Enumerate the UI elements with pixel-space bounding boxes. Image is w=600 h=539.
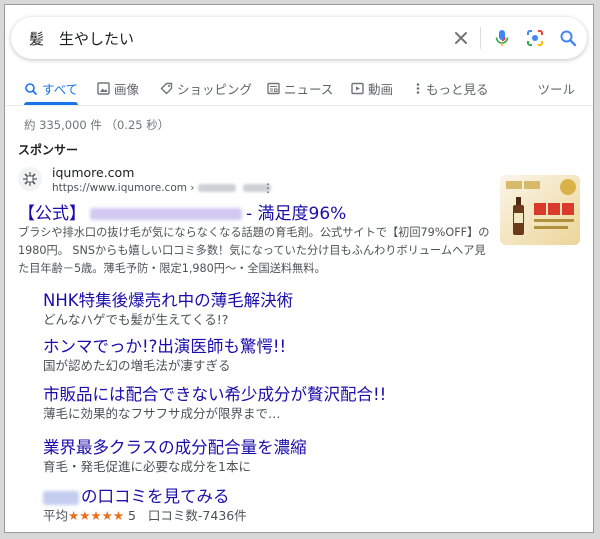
mic-icon[interactable]: [492, 28, 512, 48]
rating-value: 5: [128, 508, 136, 523]
ad-title-suffix: - 満足度96%: [246, 204, 347, 224]
more-options-icon[interactable]: ⋮: [262, 181, 274, 195]
camera-lens-icon[interactable]: [525, 28, 545, 48]
tab-shopping[interactable]: ショッピング: [160, 79, 252, 98]
rating-row: 平均★★★★★ 5 口コミ数-7436件: [43, 507, 247, 525]
ad-thumbnail-image[interactable]: [500, 175, 580, 245]
sponsored-label: スポンサー: [18, 143, 79, 157]
redacted-product-name: [43, 490, 79, 505]
ad-title-link[interactable]: 【公式】 - 満足度96%: [18, 199, 346, 224]
ad-title-prefix: 【公式】: [18, 204, 86, 224]
news-icon: [267, 82, 280, 95]
tab-all[interactable]: すべて: [24, 79, 78, 98]
redacted-path: [197, 184, 236, 192]
tab-label: もっと見る: [426, 82, 489, 97]
search-input[interactable]: 髪 生やしたい: [29, 28, 134, 49]
sitelink[interactable]: ホンマでっか!?出演医師も驚愕!! 国が認めた幻の増毛法が凄すぎる: [43, 337, 286, 375]
sitelink-description: どんなハゲでも髪が生えてくる!?: [43, 312, 229, 327]
sitelink[interactable]: 業界最多クラスの成分配合量を濃縮 育毛・発毛促進に必要な成分を1本に: [43, 438, 307, 476]
tools-button[interactable]: ツール: [537, 79, 575, 98]
tab-label: 画像: [114, 82, 140, 97]
clear-icon[interactable]: [451, 28, 471, 48]
sitelink-title[interactable]: ホンマでっか!?出演医師も驚愕!!: [43, 337, 286, 357]
tag-icon: [160, 82, 173, 95]
star-rating-icon: ★★★★★: [68, 508, 125, 523]
sitelink[interactable]: 市販品には配合できない希少成分が贅沢配合!! 薄毛に効果的なフサフサ成分が限界ま…: [43, 385, 386, 423]
site-favicon: [18, 167, 42, 191]
tab-label: ショッピング: [177, 82, 253, 97]
search-bar[interactable]: 髪 生やしたい: [11, 17, 587, 59]
sitelink-reviews[interactable]: の口コミを見てみる 平均★★★★★ 5 口コミ数-7436件: [43, 487, 247, 525]
sitelink-description: 国が認めた幻の増毛法が凄すぎる: [43, 358, 231, 373]
search-icon: [25, 82, 38, 95]
search-icon[interactable]: [558, 28, 578, 48]
tab-label: 動画: [368, 82, 394, 97]
site-url: https://www.iqumore.com ›: [52, 182, 272, 194]
ad-source[interactable]: iqumore.com https://www.iqumore.com › ⋮: [18, 163, 488, 197]
redacted-product-name: [90, 208, 242, 220]
tab-label: ニュース: [284, 82, 334, 97]
tab-label: すべて: [42, 82, 79, 97]
sitelink-title-text: の口コミを見てみる: [81, 487, 230, 506]
sitelink-title[interactable]: の口コミを見てみる: [43, 487, 247, 507]
sitelink-description: 育毛・発毛促進に必要な成分を1本に: [43, 459, 251, 474]
tab-news[interactable]: ニュース: [267, 79, 333, 98]
site-url-text: https://www.iqumore.com ›: [52, 182, 195, 194]
sitelink-title[interactable]: NHK特集後爆売れ中の薄毛解決術: [43, 291, 293, 311]
site-name: iqumore.com: [52, 165, 135, 180]
video-icon: [351, 82, 364, 95]
tab-images[interactable]: 画像: [97, 79, 139, 98]
tab-videos[interactable]: 動画: [351, 79, 393, 98]
search-divider: [480, 27, 481, 49]
sitelink[interactable]: NHK特集後爆売れ中の薄毛解決術 どんなハゲでも髪が生えてくる!?: [43, 291, 293, 329]
more-vert-icon: [416, 83, 420, 94]
rating-prefix: 平均: [43, 508, 69, 523]
result-stats: 約 335,000 件 （0.25 秒）: [24, 118, 170, 132]
browser-frame: 髪 生やしたい すべて 画像 ショッピング ニュース 動画 もっと見る ツール …: [4, 4, 594, 533]
sitelink-description: 薄毛に効果的なフサフサ成分が限界まで…: [43, 406, 281, 421]
image-icon: [97, 82, 110, 95]
sitelink-title[interactable]: 市販品には配合できない希少成分が贅沢配合!!: [43, 385, 386, 405]
ad-description: ブラシや排水口の抜け毛が気にならなくなる話題の育毛剤。公式サイトで【初回79%O…: [18, 226, 490, 275]
sitelink-title[interactable]: 業界最多クラスの成分配合量を濃縮: [43, 438, 307, 458]
tab-more[interactable]: もっと見る: [414, 79, 489, 98]
review-count: 口コミ数-7436件: [147, 508, 247, 523]
active-tab-indicator: [24, 102, 78, 105]
search-tabs: すべて 画像 ショッピング ニュース 動画 もっと見る ツール: [5, 71, 593, 106]
